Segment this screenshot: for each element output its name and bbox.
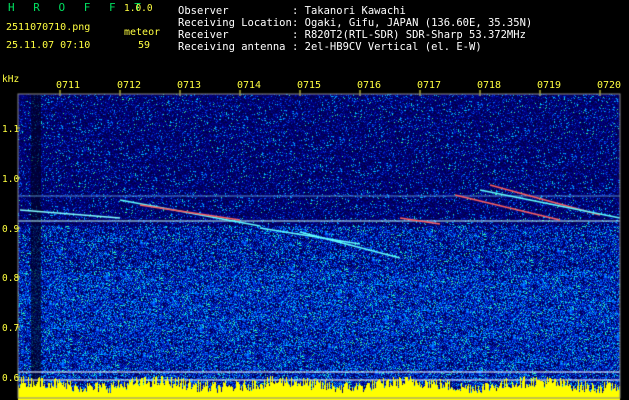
time-tick-label: 0714 <box>237 80 262 91</box>
file-datetime: 25.11.07 07:10 <box>6 40 91 51</box>
file-name: 2511070710.png <box>6 22 91 33</box>
time-tick-label: 0716 <box>357 80 382 91</box>
time-tick-label: 0715 <box>297 80 322 91</box>
time-tick-label: 0717 <box>417 80 442 91</box>
time-tick-label: 0712 <box>117 80 142 91</box>
receiver-label: Receiver <box>178 29 229 41</box>
antenna-value: : 2el-HB9CV Vertical (el. E-W) <box>292 41 482 53</box>
freq-tick-label: 1.1 <box>2 124 20 135</box>
meteor-label: meteor <box>124 27 161 38</box>
meteor-count: 59 <box>138 40 151 51</box>
time-tick-label: 0720 <box>597 80 622 91</box>
freq-unit-label: kHz <box>2 74 20 85</box>
time-tick-label: 0719 <box>537 80 562 91</box>
time-tick-label: 0711 <box>56 80 81 91</box>
freq-tick-label: 0.9 <box>2 224 20 235</box>
time-tick-label: 0713 <box>177 80 202 91</box>
freq-tick-label: 0.8 <box>2 273 20 284</box>
observer-value: : Takanori Kawachi <box>292 5 406 17</box>
freq-tick-label: 1.0 <box>2 174 20 185</box>
antenna-label: Receiving antenna <box>178 41 286 53</box>
location-value: : Ogaki, Gifu, JAPAN (136.60E, 35.35N) <box>292 17 533 29</box>
freq-tick-label: 0.6 <box>2 373 20 384</box>
observer-label: Observer <box>178 5 229 17</box>
time-tick-label: 0718 <box>477 80 502 91</box>
app-version: 1.0.0 <box>124 3 153 14</box>
freq-tick-label: 0.7 <box>2 323 20 334</box>
spectrogram-canvas <box>0 0 629 400</box>
location-label: Receiving Location <box>178 17 292 29</box>
receiver-value: : R820T2(RTL-SDR) SDR-Sharp 53.372MHz <box>292 29 526 41</box>
